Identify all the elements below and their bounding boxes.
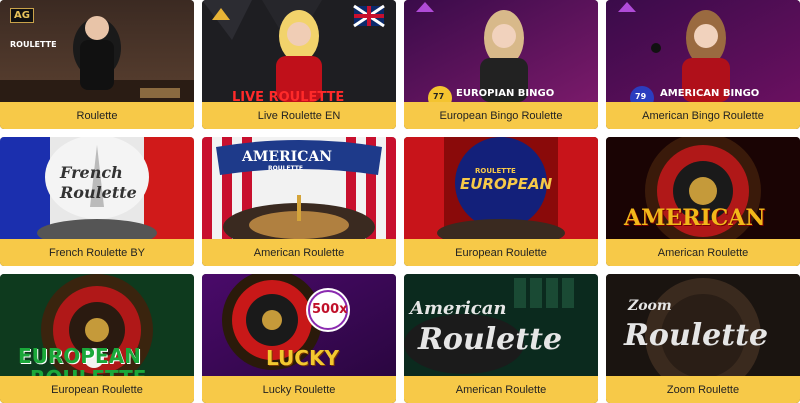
game-card-european-roulette[interactable]: ROULETTE EUROPEAN European Roulette [404,137,598,266]
thumb-caption-line2: Roulette [418,322,563,357]
provider-badge: AG [10,8,34,23]
game-card-american-bingo-roulette[interactable]: 79 AMERICAN BINGO American Bingo Roulett… [606,0,800,129]
game-title: American Bingo Roulette [642,109,764,122]
thumb-caption-line1: French [60,163,123,182]
thumb-caption: EUROPIAN BINGO [456,88,555,99]
game-card-european-roulette-2[interactable]: EUROPEAN ROULETTE European Roulette [0,274,194,403]
thumb-caption-line1: American [410,298,507,319]
thumb-caption-line1: EUROPEAN [18,344,141,368]
game-card-american-roulette[interactable]: AMERICAN ROULETTE American Roulette [202,137,396,266]
thumb-caption: AMERICAN [624,205,766,231]
game-label-bar: European Roulette [0,376,194,403]
game-label-bar: American Roulette [606,239,800,266]
game-thumbnail: LIVE ROULETTE [202,0,396,102]
game-card-zoom-roulette[interactable]: Zoom Roulette Zoom Roulette [606,274,800,403]
game-thumbnail: American Roulette [404,274,598,376]
multiplier-badge: 500x [312,302,348,317]
game-title: European Roulette [455,246,547,259]
thumb-caption: AMERICAN BINGO [660,88,760,99]
game-label-bar: European Roulette [404,239,598,266]
game-title: American Roulette [657,246,749,259]
game-label-bar: French Roulette BY [0,239,194,266]
game-thumbnail: AMERICAN ROULETTE [202,137,396,239]
game-label-bar: Live Roulette EN [202,102,396,129]
game-label-bar: Roulette [0,102,194,129]
game-title: European Bingo Roulette [439,109,563,122]
ball-number: 79 [635,92,647,101]
thumb-caption-line1: AMERICAN [242,149,333,165]
game-title: American Roulette [253,246,345,259]
game-label-bar: American Roulette [404,376,598,403]
game-card-live-roulette-en[interactable]: LIVE ROULETTE Live Roulette EN [202,0,396,129]
game-card-roulette[interactable]: AG ROULETTE Roulette [0,0,194,129]
thumb-caption-line2: ROULETTE [30,366,146,376]
game-title: Zoom Roulette [666,383,740,396]
game-title: American Roulette [455,383,547,396]
thumb-caption: LIVE ROULETTE [232,90,345,102]
game-title: Roulette [76,109,118,122]
game-card-lucky-roulette[interactable]: 500x LUCKY Lucky Roulette [202,274,396,403]
game-thumbnail: 77 EUROPIAN BINGO [404,0,598,102]
game-thumbnail: AG ROULETTE [0,0,194,102]
thumb-caption-line2: ROULETTE [268,165,303,172]
game-card-american-roulette-2[interactable]: AMERICAN American Roulette [606,137,800,266]
game-thumbnail: French Roulette [0,137,194,239]
game-label-bar: American Roulette [202,239,396,266]
game-thumbnail: Zoom Roulette [606,274,800,376]
game-thumbnail: 500x LUCKY [202,274,396,376]
game-card-french-roulette-by[interactable]: French Roulette French Roulette BY [0,137,194,266]
game-label-bar: American Bingo Roulette [606,102,800,129]
thumb-caption-line2: EUROPEAN [460,175,553,193]
thumb-caption-line2: Roulette [60,183,137,202]
game-label-bar: European Bingo Roulette [404,102,598,129]
game-title: French Roulette BY [49,246,145,259]
game-title: Lucky Roulette [262,383,336,396]
game-thumbnail: 79 AMERICAN BINGO [606,0,800,102]
game-thumbnail: EUROPEAN ROULETTE [0,274,194,376]
ball-number: 77 [433,92,445,101]
game-thumbnail: ROULETTE EUROPEAN [404,137,598,239]
game-grid: AG ROULETTE Roulette LIVE ROULETTE Live … [0,0,800,403]
game-thumbnail: AMERICAN [606,137,800,239]
game-label-bar: Lucky Roulette [202,376,396,403]
thumb-caption-line1: ROULETTE [475,167,516,175]
game-title: Live Roulette EN [257,109,341,122]
thumb-caption: LUCKY [266,346,339,370]
game-label-bar: Zoom Roulette [606,376,800,403]
thumb-caption: ROULETTE [10,40,57,49]
game-card-american-roulette-3[interactable]: American Roulette American Roulette [404,274,598,403]
thumb-caption-line1: Zoom [628,298,672,314]
thumb-caption-line2: Roulette [624,318,769,353]
game-title: European Roulette [51,383,143,396]
game-card-european-bingo-roulette[interactable]: 77 EUROPIAN BINGO European Bingo Roulett… [404,0,598,129]
